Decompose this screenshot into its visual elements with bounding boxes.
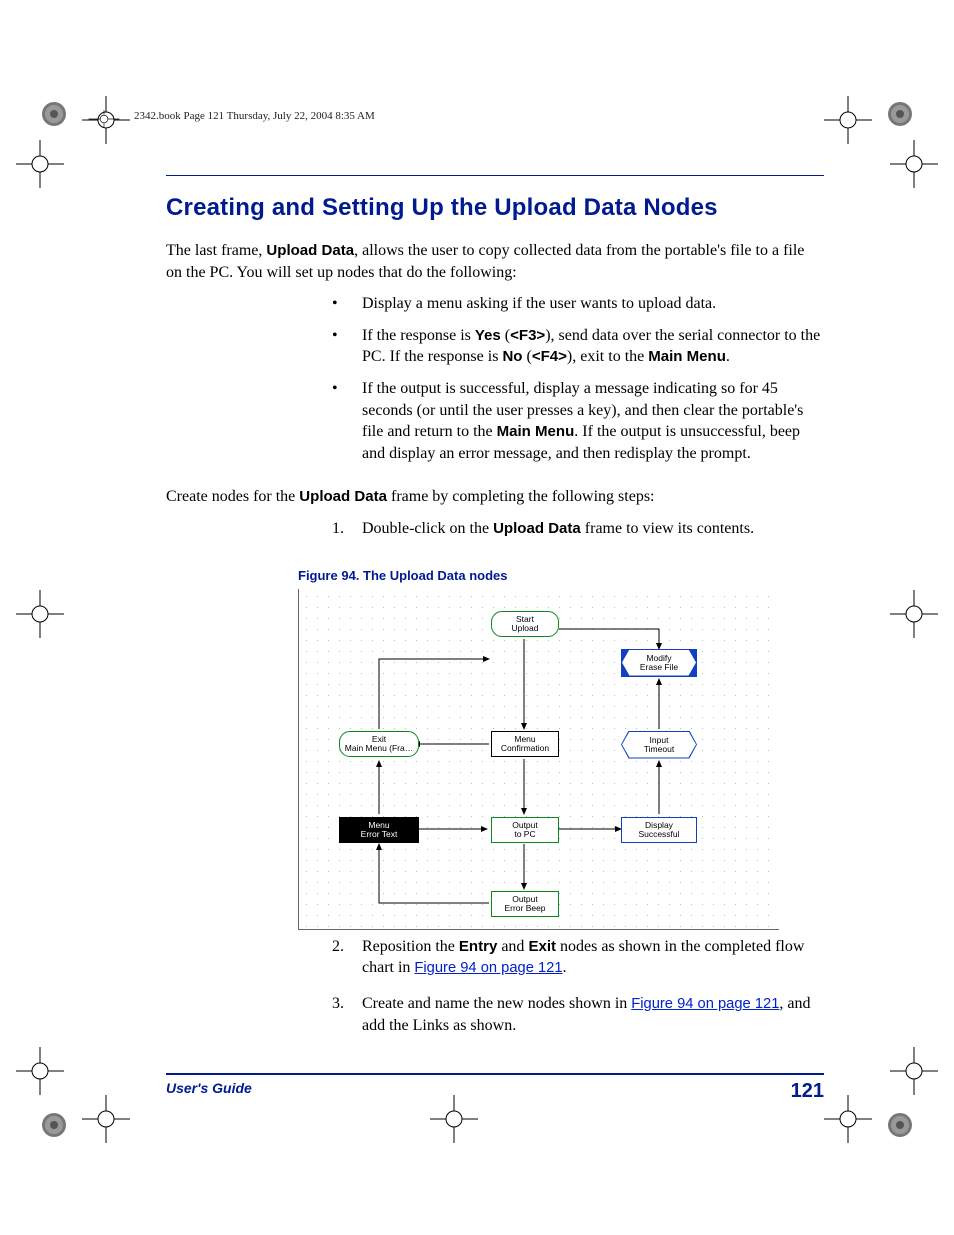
- text: frame to view its contents.: [581, 520, 754, 537]
- register-mark-icon: [16, 1047, 64, 1095]
- list-item: Create and name the new nodes shown in F…: [362, 993, 824, 1050]
- register-mark-icon: [890, 140, 938, 188]
- text: Double-click on the: [362, 520, 493, 537]
- text: Reposition the: [362, 938, 459, 955]
- text: (: [522, 348, 531, 365]
- node-exit-main-menu: ExitMain Menu (Fra…: [339, 731, 419, 757]
- text: If the response is: [362, 327, 475, 344]
- node-menu-error-text: MenuError Text: [339, 817, 419, 843]
- text: .: [563, 959, 567, 976]
- text: Create and name the new nodes shown in: [362, 995, 631, 1012]
- register-mark-icon: [82, 1095, 130, 1143]
- top-rule: [166, 175, 824, 176]
- page-title: Creating and Setting Up the Upload Data …: [166, 194, 824, 222]
- list-item: Display a menu asking if the user wants …: [362, 293, 824, 325]
- text: InputTimeout: [622, 732, 696, 758]
- list-item: If the output is successful, display a m…: [362, 378, 824, 474]
- main-menu-label: Main Menu: [648, 348, 726, 365]
- step-list: Double-click on the Upload Data frame to…: [166, 518, 824, 554]
- intro-paragraph: The last frame, Upload Data, allows the …: [166, 240, 824, 283]
- register-mark-icon: [16, 590, 64, 638]
- figure-flowchart: StartUpload ModifyErase File ExitMain Me…: [298, 589, 779, 930]
- frame-name: Upload Data: [493, 520, 581, 537]
- text: ), exit to the: [567, 348, 648, 365]
- register-mark-icon: [890, 590, 938, 638]
- figure-link[interactable]: Figure 94 on page 121: [414, 960, 562, 976]
- content-area: Creating and Setting Up the Upload Data …: [166, 175, 824, 1064]
- text: frame by completing the following steps:: [387, 488, 655, 505]
- footer: User's Guide 121: [166, 1080, 824, 1103]
- key-f3: <F3>: [510, 327, 545, 344]
- text: and: [497, 938, 528, 955]
- page-slug-icon: [88, 110, 120, 131]
- footer-rule: [166, 1073, 824, 1075]
- footer-guide-label: User's Guide: [166, 1080, 252, 1103]
- frame-name: Upload Data: [266, 242, 354, 259]
- register-mark-icon: [824, 1095, 872, 1143]
- main-menu-label: Main Menu: [497, 423, 575, 440]
- crop-mark-icon: [30, 1101, 78, 1149]
- node-output-to-pc: Outputto PC: [491, 817, 559, 843]
- node-menu-confirmation: MenuConfirmation: [491, 731, 559, 757]
- list-item: If the response is Yes (<F3>), send data…: [362, 325, 824, 378]
- exit-label: Exit: [528, 938, 556, 955]
- node-output-error-beep: OutputError Beep: [491, 891, 559, 917]
- crop-mark-icon: [30, 90, 78, 138]
- entry-label: Entry: [459, 938, 497, 955]
- figure-link[interactable]: Figure 94 on page 121: [631, 996, 779, 1012]
- text: ModifyErase File: [622, 650, 696, 676]
- step-list-continued: Reposition the Entry and Exit nodes as s…: [166, 936, 824, 1051]
- yes-label: Yes: [475, 327, 501, 344]
- register-mark-icon: [824, 96, 872, 144]
- key-f4: <F4>: [532, 348, 567, 365]
- register-mark-icon: [890, 1047, 938, 1095]
- lead-in-paragraph: Create nodes for the Upload Data frame b…: [166, 486, 824, 508]
- list-item: Reposition the Entry and Exit nodes as s…: [362, 936, 824, 993]
- figure-caption: Figure 94. The Upload Data nodes: [298, 568, 824, 583]
- crop-mark-icon: [876, 90, 924, 138]
- text: The last frame,: [166, 242, 266, 259]
- no-label: No: [502, 348, 522, 365]
- text: Create nodes for the: [166, 488, 299, 505]
- node-modify-erase: ModifyErase File: [621, 649, 697, 677]
- frame-name: Upload Data: [299, 488, 387, 505]
- page-number: 121: [791, 1080, 824, 1103]
- node-input-timeout: InputTimeout: [621, 731, 697, 759]
- list-item: Double-click on the Upload Data frame to…: [362, 518, 824, 554]
- crop-mark-icon: [876, 1101, 924, 1149]
- page: 2342.book Page 121 Thursday, July 22, 20…: [0, 0, 954, 1235]
- node-display-successful: DisplaySuccessful: [621, 817, 697, 843]
- flowchart-lines: [299, 589, 779, 929]
- text: (: [501, 327, 510, 344]
- page-slug: 2342.book Page 121 Thursday, July 22, 20…: [134, 110, 375, 122]
- node-start-upload: StartUpload: [491, 611, 559, 637]
- text: Display a menu asking if the user wants …: [362, 295, 716, 312]
- register-mark-icon: [16, 140, 64, 188]
- text: .: [726, 348, 730, 365]
- feature-list: Display a menu asking if the user wants …: [166, 293, 824, 474]
